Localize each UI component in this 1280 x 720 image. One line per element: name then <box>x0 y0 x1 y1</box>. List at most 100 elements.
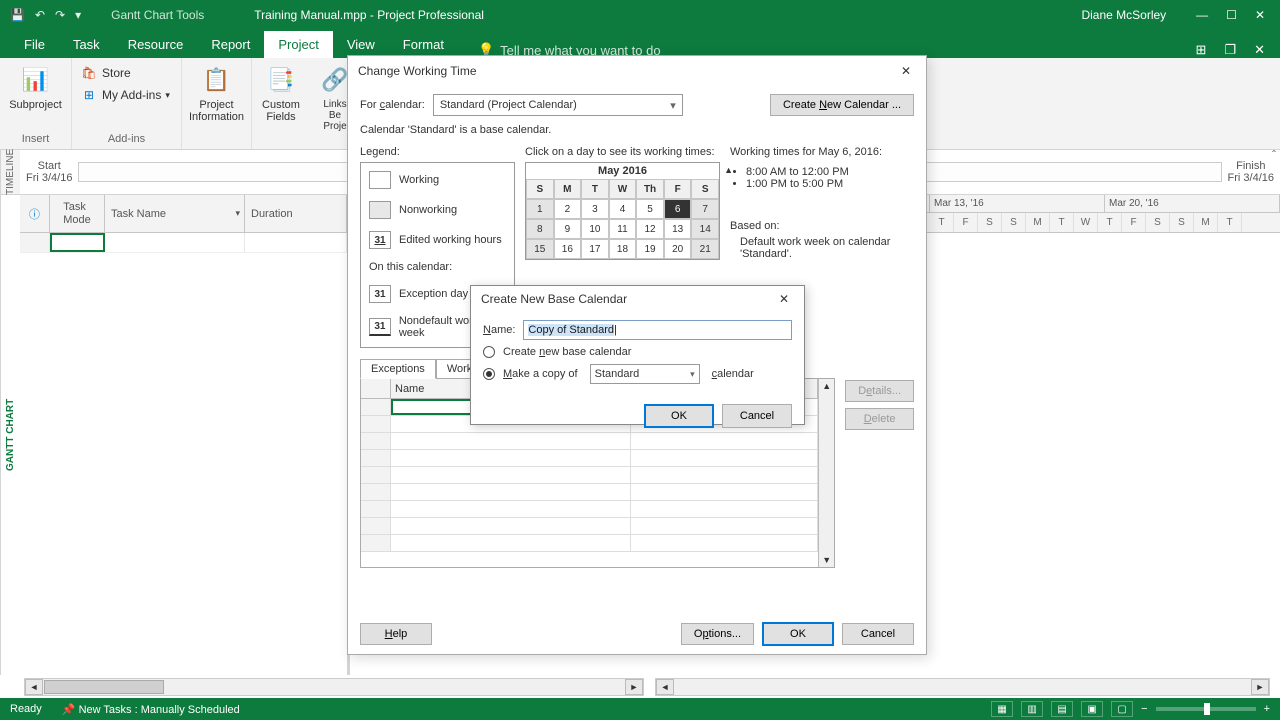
copy-calendar-select[interactable]: Standard <box>590 364 700 384</box>
cal-prev-icon[interactable]: ▲ <box>724 165 733 175</box>
tab-report[interactable]: Report <box>197 31 264 58</box>
calendar-select[interactable]: Standard (Project Calendar) <box>433 94 683 116</box>
calendar-day[interactable]: 20 <box>664 239 692 259</box>
dlg2-cancel-button[interactable]: Cancel <box>722 404 792 428</box>
options-button[interactable]: Options... <box>681 623 754 645</box>
tab-resource[interactable]: Resource <box>114 31 198 58</box>
task-name-column[interactable]: Task Name ▾ <box>105 195 245 232</box>
calendar-day[interactable]: 19 <box>636 239 664 259</box>
calendar-name-input[interactable]: Copy of Standard| <box>523 320 792 340</box>
view-team-icon[interactable]: ▤ <box>1051 701 1073 717</box>
scroll-right-icon[interactable]: ► <box>1251 679 1269 695</box>
scroll-left-icon[interactable]: ◄ <box>656 679 674 695</box>
qat-more-icon[interactable]: ▾ <box>75 8 81 22</box>
save-icon[interactable]: 💾 <box>10 8 25 22</box>
calendar-day[interactable]: 7 <box>691 199 719 219</box>
zoom-slider[interactable] <box>1156 707 1256 711</box>
day-header: F <box>1122 213 1146 232</box>
calendar-day[interactable]: 13 <box>664 219 692 239</box>
project-info-button[interactable]: 📋 Project Information <box>190 62 243 125</box>
make-copy-radio[interactable] <box>483 368 495 380</box>
dlg2-ok-button[interactable]: OK <box>644 404 714 428</box>
calendar-day[interactable]: 3 <box>581 199 609 219</box>
calendar-day[interactable]: 17 <box>581 239 609 259</box>
ok-button[interactable]: OK <box>762 622 834 646</box>
minimize-icon[interactable]: — <box>1196 8 1208 22</box>
calendar-day[interactable]: 4 <box>609 199 637 219</box>
undo-icon[interactable]: ↶ <box>35 8 45 22</box>
scroll-thumb[interactable] <box>44 680 164 694</box>
mini-calendar: May 2016 ▲ S M T W Th F S 1 2 3 4 5 <box>525 162 720 260</box>
calendar-day[interactable]: 18 <box>609 239 637 259</box>
grid-cell[interactable] <box>245 233 347 252</box>
timeline-finish: Finish Fri 3/4/16 <box>1222 160 1280 184</box>
grid-cell[interactable] <box>105 233 245 252</box>
zoom-out-icon[interactable]: − <box>1141 703 1147 715</box>
redo-icon[interactable]: ↷ <box>55 8 65 22</box>
gantt-side-tab[interactable]: GANTT CHART <box>0 195 20 675</box>
delete-button[interactable]: Delete <box>845 408 914 430</box>
calendar-day[interactable]: 8 <box>526 219 554 239</box>
selected-cell[interactable] <box>50 233 105 252</box>
calendar-day[interactable]: 21 <box>691 239 719 259</box>
close-subwindow-icon[interactable]: ✕ <box>1254 42 1265 58</box>
view-task-icon[interactable]: ▥ <box>1021 701 1043 717</box>
duration-column[interactable]: Duration <box>245 195 347 232</box>
calendar-day[interactable]: 11 <box>609 219 637 239</box>
name-label: Name: <box>483 324 515 336</box>
tab-view[interactable]: View <box>333 31 389 58</box>
tab-file[interactable]: File <box>10 31 59 58</box>
maximize-icon[interactable]: ☐ <box>1226 8 1237 22</box>
restore-window-icon[interactable]: ❐ <box>1224 42 1236 58</box>
edited-swatch: 31 <box>369 231 391 249</box>
my-addins-button[interactable]: ⊞ My Add-ins ▾ <box>80 84 173 106</box>
view-resource-icon[interactable]: ▣ <box>1081 701 1103 717</box>
scroll-left-icon[interactable]: ◄ <box>25 679 43 695</box>
week-header: Mar 20, '16 <box>1105 195 1280 212</box>
left-hscroll[interactable]: ◄ ► <box>24 678 644 696</box>
store-button[interactable]: 🛍 Store <box>80 62 173 84</box>
view-gantt-icon[interactable]: ▦ <box>991 701 1013 717</box>
custom-fields-button[interactable]: 📑 Custom Fields <box>260 62 302 125</box>
help-button[interactable]: Help <box>360 623 432 645</box>
project-info-label: Project Information <box>189 99 244 123</box>
right-hscroll[interactable]: ◄ ► <box>655 678 1270 696</box>
custom-fields-icon: 📑 <box>265 64 297 96</box>
tab-project[interactable]: Project <box>264 31 332 58</box>
collapse-ribbon-icon[interactable]: ˆ <box>1272 148 1276 162</box>
details-button[interactable]: Details... <box>845 380 914 402</box>
scroll-right-icon[interactable]: ► <box>625 679 643 695</box>
tab-task[interactable]: Task <box>59 31 114 58</box>
calendar-day[interactable]: 16 <box>554 239 582 259</box>
subproject-button[interactable]: 📊 Subproject <box>8 62 63 113</box>
zoom-in-icon[interactable]: + <box>1264 703 1270 715</box>
tab-format[interactable]: Format <box>389 31 458 58</box>
close-icon[interactable]: ✕ <box>1255 8 1265 22</box>
indicator-column[interactable]: ⓘ <box>20 195 50 232</box>
day-header: S <box>978 213 1002 232</box>
calendar-day[interactable]: 5 <box>636 199 664 219</box>
view-report-icon[interactable]: ▢ <box>1111 701 1133 717</box>
calendar-day-selected[interactable]: 6 <box>664 199 692 219</box>
calendar-day[interactable]: 14 <box>691 219 719 239</box>
cancel-button[interactable]: Cancel <box>842 623 914 645</box>
calendar-day[interactable]: 15 <box>526 239 554 259</box>
exceptions-tab[interactable]: Exceptions <box>360 359 436 379</box>
calendar-day[interactable]: 9 <box>554 219 582 239</box>
group-addins-label: Add-ins <box>80 131 173 145</box>
task-mode-column[interactable]: Task Mode <box>50 195 105 232</box>
create-new-calendar-button[interactable]: Create New Calendar ... <box>770 94 914 116</box>
create-new-radio[interactable] <box>483 346 495 358</box>
copy-select-value: Standard <box>595 368 640 380</box>
calendar-day[interactable]: 10 <box>581 219 609 239</box>
calendar-day[interactable]: 12 <box>636 219 664 239</box>
close-dialog2-button[interactable]: ✕ <box>774 289 794 309</box>
calendar-day[interactable]: 1 <box>526 199 554 219</box>
calendar-day[interactable]: 2 <box>554 199 582 219</box>
day-header: T <box>1098 213 1122 232</box>
close-dialog-button[interactable]: ✕ <box>896 61 916 81</box>
week-header: Mar 13, '16 <box>930 195 1105 212</box>
ribbon-options-icon[interactable]: ⊞ <box>1196 42 1207 58</box>
table-vscroll[interactable]: ▲▼ <box>818 379 834 567</box>
timeline-side-tab[interactable]: TIMELINE <box>0 150 20 194</box>
